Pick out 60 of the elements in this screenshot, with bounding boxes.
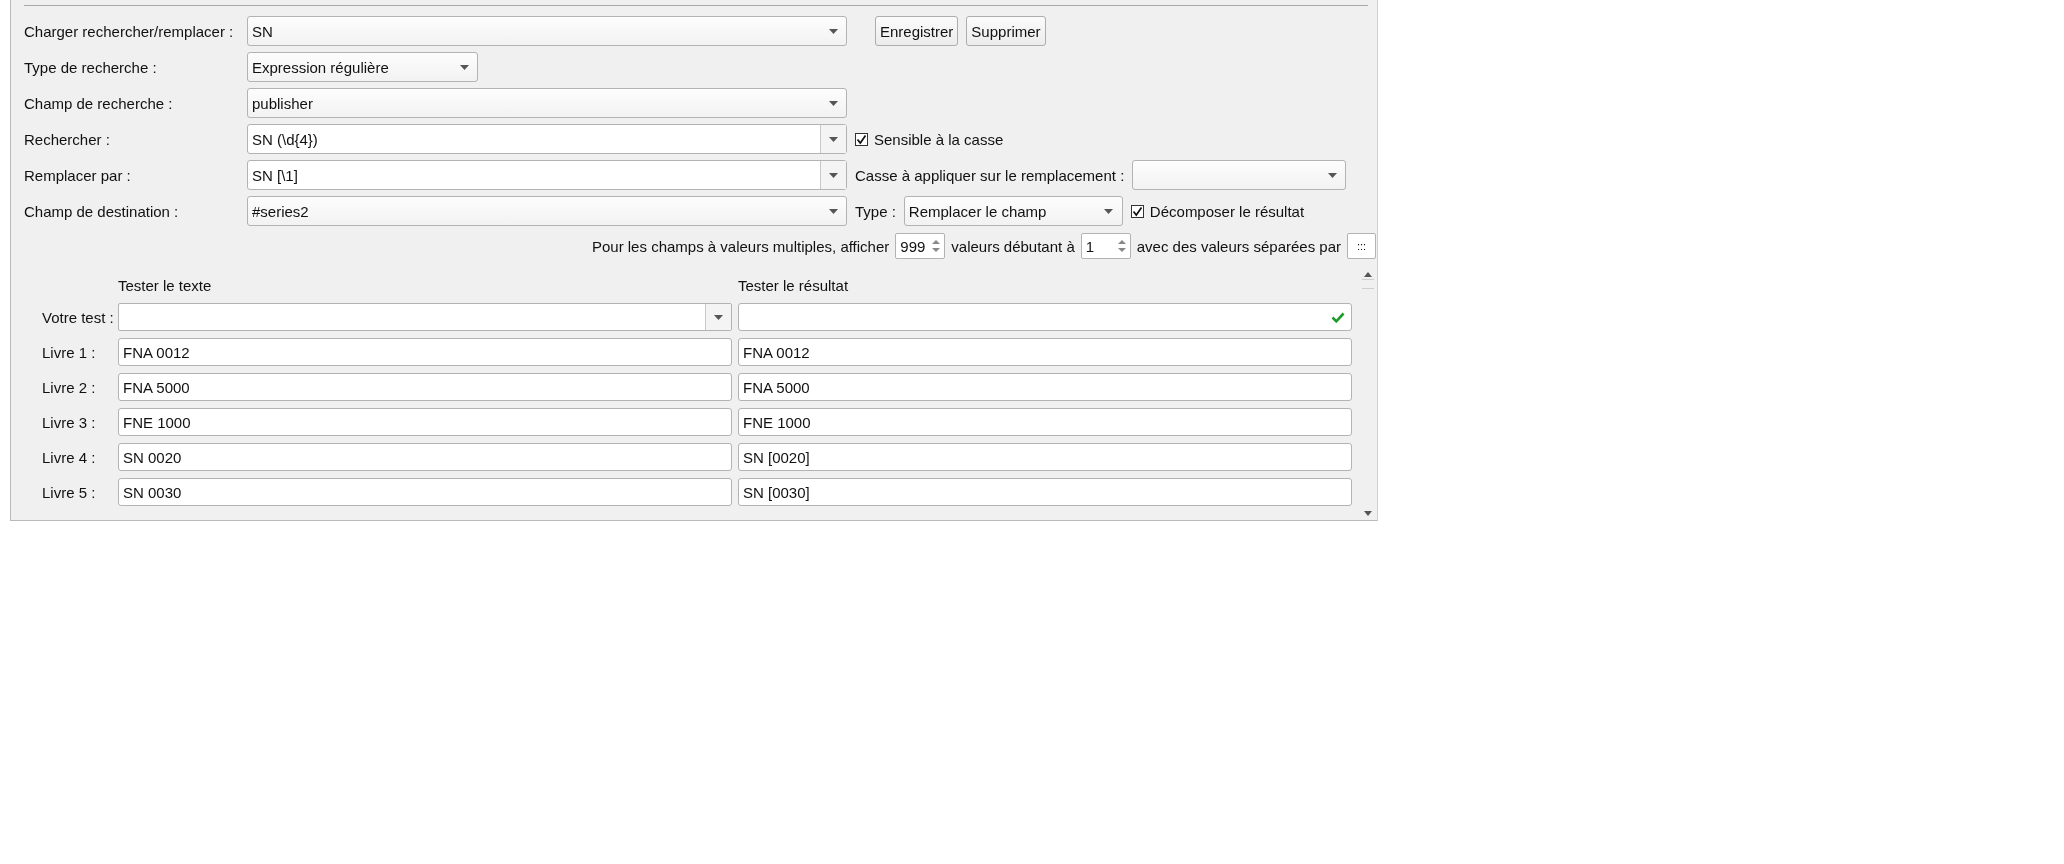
- caret-icon: [829, 136, 838, 142]
- field-label: Remplacer par :: [24, 166, 132, 184]
- dropdown[interactable]: #series2: [247, 196, 847, 226]
- checkbox[interactable]: [1130, 204, 1144, 218]
- checkmark-icon: [1331, 311, 1345, 323]
- checkbox-label[interactable]: Décomposer le résultat: [1149, 202, 1305, 220]
- caret-icon: [714, 314, 723, 320]
- caret-icon: [828, 28, 838, 34]
- input-field[interactable]: SN [0030]: [738, 478, 1352, 506]
- input-field[interactable]: SN [0020]: [738, 443, 1352, 471]
- field-label: avec des valeurs séparées par: [1136, 237, 1341, 255]
- scroll-up-icon[interactable]: [1364, 272, 1372, 277]
- field-label: Rechercher :: [24, 130, 111, 148]
- checkbox[interactable]: [855, 132, 868, 146]
- dropdown[interactable]: [1132, 160, 1347, 190]
- row-label: Votre test :: [42, 308, 112, 326]
- input-field[interactable]: FNE 1000: [738, 408, 1352, 436]
- input-field[interactable]: SN 0020: [118, 443, 732, 471]
- checkbox-label[interactable]: Sensible à la casse: [874, 130, 1004, 148]
- caret-icon: [1327, 172, 1337, 178]
- combo-field[interactable]: SN [\1]: [247, 160, 847, 190]
- field-label: Type de recherche :: [24, 58, 158, 76]
- row-label: Livre 4 :: [42, 448, 97, 466]
- field-label: Champ de recherche :: [24, 94, 174, 112]
- caret-icon: [459, 64, 469, 70]
- field-label: Champ de destination :: [24, 202, 180, 220]
- caret-icon: [829, 172, 838, 178]
- spin-box[interactable]: 1: [1080, 233, 1131, 259]
- button[interactable]: Supprimer: [966, 16, 1046, 46]
- input-field[interactable]: FNA 5000: [118, 373, 732, 401]
- field-label: valeurs débutant à: [951, 237, 1075, 255]
- input-field[interactable]: FNE 1000: [118, 408, 732, 436]
- scroll-down-icon[interactable]: [1364, 511, 1372, 516]
- input-field[interactable]: [738, 303, 1352, 331]
- button[interactable]: Enregistrer: [875, 16, 959, 46]
- field-label: Pour les champs à valeurs multiples, afficher: [591, 237, 890, 255]
- input-field[interactable]: :::: [1347, 233, 1376, 259]
- dropdown[interactable]: Remplacer le champ: [903, 196, 1123, 226]
- row-label: Livre 2 :: [42, 378, 97, 396]
- field-label: Type :: [855, 202, 896, 220]
- input-field[interactable]: SN 0030: [118, 478, 732, 506]
- column-header: Tester le résultat: [738, 277, 850, 296]
- field-label: Charger rechercher/remplacer :: [24, 22, 235, 40]
- caret-icon: [828, 208, 838, 214]
- combo-field[interactable]: [118, 303, 732, 331]
- dropdown[interactable]: SN: [247, 16, 847, 46]
- caret-icon: [828, 100, 838, 106]
- spin-box[interactable]: 999: [895, 233, 946, 259]
- field-label: Casse à appliquer sur le remplacement :: [855, 166, 1125, 184]
- input-field[interactable]: FNA 0012: [118, 338, 732, 366]
- caret-icon: [1104, 208, 1114, 214]
- input-field[interactable]: FNA 0012: [738, 338, 1352, 366]
- dropdown[interactable]: Expression régulière: [247, 52, 478, 82]
- column-header: Tester le texte: [118, 277, 213, 296]
- input-field[interactable]: FNA 5000: [738, 373, 1352, 401]
- row-label: Livre 3 :: [42, 413, 97, 431]
- dropdown[interactable]: publisher: [247, 88, 847, 118]
- row-label: Livre 1 :: [42, 343, 97, 361]
- combo-field[interactable]: SN (\d{4}): [247, 124, 847, 154]
- row-label: Livre 5 :: [42, 483, 97, 501]
